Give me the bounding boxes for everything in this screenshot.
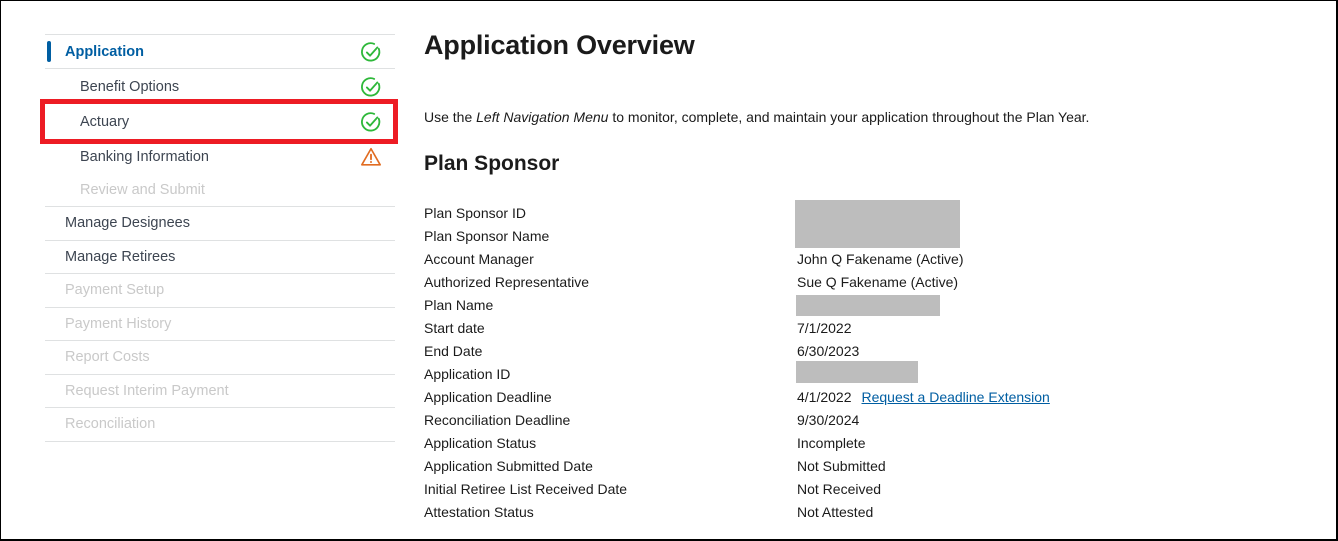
page-title: Application Overview <box>424 30 695 60</box>
detail-label: Initial Retiree List Received Date <box>424 480 628 497</box>
sidebar-item-application[interactable]: Application <box>45 35 395 69</box>
detail-row-application-submitted-date: Application Submitted Date Not Submitted <box>424 454 1224 477</box>
detail-value: 4/1/2022 Request a Deadline Extension <box>797 389 1050 405</box>
detail-value: Not Submitted <box>797 457 886 474</box>
intro-emphasis: Left Navigation Menu <box>476 109 609 125</box>
sidebar-item-label: Manage Designees <box>65 215 190 232</box>
detail-label: Reconciliation Deadline <box>424 411 571 428</box>
sidebar-item-label: Application <box>65 43 144 60</box>
check-circle-icon <box>361 76 381 96</box>
sidebar-item-label: Reconciliation <box>65 416 156 433</box>
detail-label: Plan Sponsor ID <box>424 204 526 221</box>
detail-label: End Date <box>424 342 483 359</box>
deadline-date: 4/1/2022 <box>797 388 852 405</box>
sidebar-item-report-costs: Report Costs <box>45 341 395 375</box>
detail-label: Application Submitted Date <box>424 457 593 474</box>
detail-row-application-status: Application Status Incomplete <box>424 431 1224 454</box>
section-title-plan-sponsor: Plan Sponsor <box>424 152 560 175</box>
detail-row-account-manager: Account Manager John Q Fakename (Active) <box>424 247 1224 270</box>
detail-value: 6/30/2023 <box>797 342 860 359</box>
intro-text: Use the Left Navigation Menu to monitor,… <box>424 109 1089 125</box>
detail-value: 9/30/2024 <box>797 411 860 428</box>
detail-value: Sue Q Fakename (Active) <box>797 273 959 290</box>
detail-row-authorized-representative: Authorized Representative Sue Q Fakename… <box>424 270 1224 293</box>
check-circle-icon <box>361 41 381 61</box>
left-navigation-menu: Application Benefit Options Actuary Bank… <box>45 34 395 442</box>
detail-value: Not Received <box>797 480 882 497</box>
sidebar-item-manage-retirees[interactable]: Manage Retirees <box>45 241 395 274</box>
sidebar-item-label: Benefit Options <box>80 78 180 95</box>
sidebar-item-label: Payment Setup <box>65 282 165 299</box>
detail-row-start-date: Start date 7/1/2022 <box>424 316 1224 339</box>
detail-label: Application ID <box>424 365 511 382</box>
detail-label: Application Status <box>424 434 537 451</box>
detail-value: 7/1/2022 <box>797 319 852 336</box>
sidebar-item-label: Manage Retirees <box>65 248 176 265</box>
request-deadline-extension-link[interactable]: Request a Deadline Extension <box>862 389 1050 405</box>
detail-value: John Q Fakename (Active) <box>797 250 964 267</box>
redacted-application-id <box>796 361 918 383</box>
detail-row-end-date: End Date 6/30/2023 <box>424 339 1224 362</box>
detail-row-reconciliation-deadline: Reconciliation Deadline 9/30/2024 <box>424 408 1224 431</box>
sidebar-item-label: Actuary <box>80 113 130 130</box>
sidebar-item-label: Request Interim Payment <box>65 382 229 399</box>
sidebar-item-banking-information[interactable]: Banking Information <box>45 139 395 174</box>
detail-row-initial-retiree-list-received-date: Initial Retiree List Received Date Not R… <box>424 477 1224 500</box>
sidebar-item-label: Payment History <box>65 315 172 332</box>
detail-label: Plan Name <box>424 296 494 313</box>
sidebar-item-benefit-options[interactable]: Benefit Options <box>45 69 395 104</box>
sidebar-item-actuary[interactable]: Actuary <box>45 104 395 139</box>
sidebar-item-review-and-submit: Review and Submit <box>45 174 395 207</box>
warning-icon <box>361 147 381 166</box>
detail-label: Attestation Status <box>424 503 534 520</box>
sidebar-item-payment-setup: Payment Setup <box>45 274 395 308</box>
sidebar-item-payment-history: Payment History <box>45 308 395 341</box>
detail-label: Start date <box>424 319 485 336</box>
detail-label: Application Deadline <box>424 388 552 405</box>
intro-prefix: Use the <box>424 109 477 125</box>
redacted-plan-name <box>796 295 940 316</box>
detail-row-attestation-status: Attestation Status Not Attested <box>424 500 1224 523</box>
detail-label: Authorized Representative <box>424 273 589 290</box>
sidebar-item-reconciliation: Reconciliation <box>45 408 395 442</box>
sidebar-item-label: Report Costs <box>65 349 150 366</box>
sidebar-item-label: Review and Submit <box>80 182 205 198</box>
intro-suffix: to monitor, complete, and maintain your … <box>608 109 1090 125</box>
check-circle-icon <box>361 111 381 131</box>
detail-label: Plan Sponsor Name <box>424 227 550 244</box>
sidebar-item-manage-designees[interactable]: Manage Designees <box>45 207 395 241</box>
sidebar-item-label: Banking Information <box>80 148 209 165</box>
detail-label: Account Manager <box>424 250 534 267</box>
detail-value: Not Attested <box>797 503 874 520</box>
detail-row-application-deadline: Application Deadline 4/1/2022 Request a D… <box>424 385 1224 408</box>
redacted-plan-sponsor-id-and-name <box>795 200 960 248</box>
sidebar-item-request-interim-payment: Request Interim Payment <box>45 375 395 408</box>
detail-value: Incomplete <box>797 434 866 451</box>
